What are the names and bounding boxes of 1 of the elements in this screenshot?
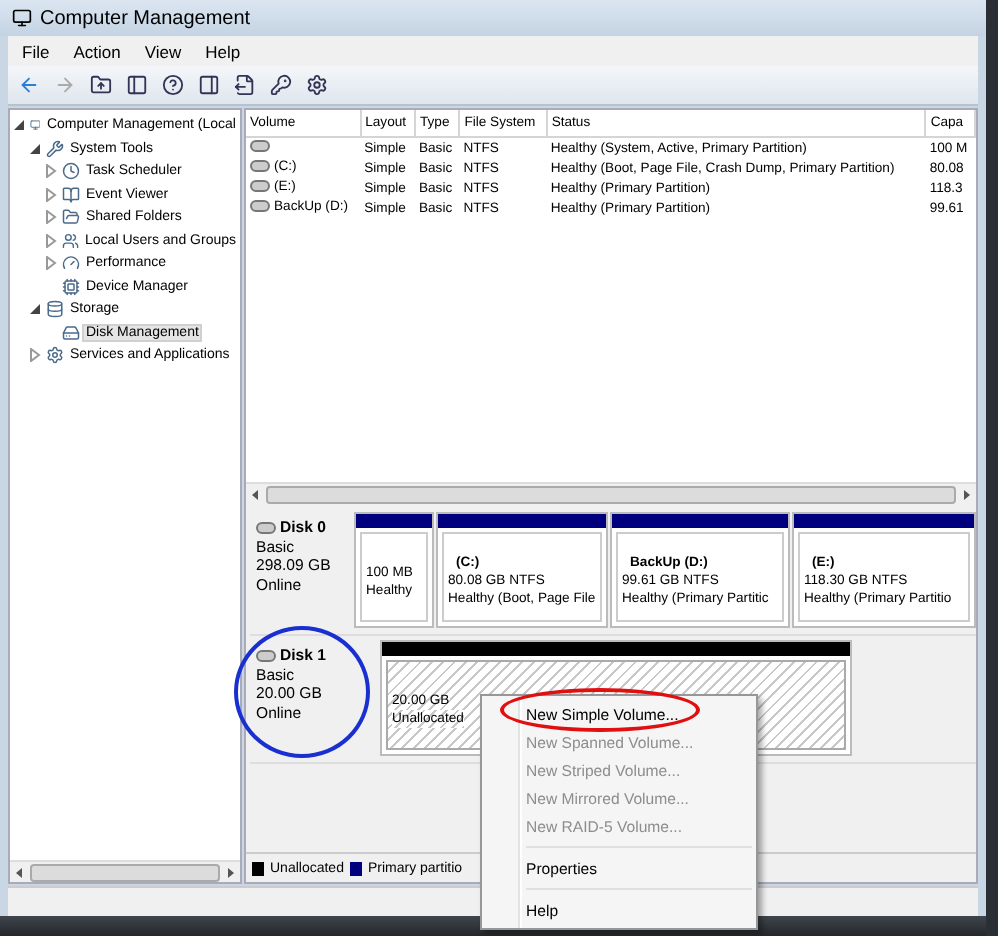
window-title: Computer Management [40, 7, 251, 29]
